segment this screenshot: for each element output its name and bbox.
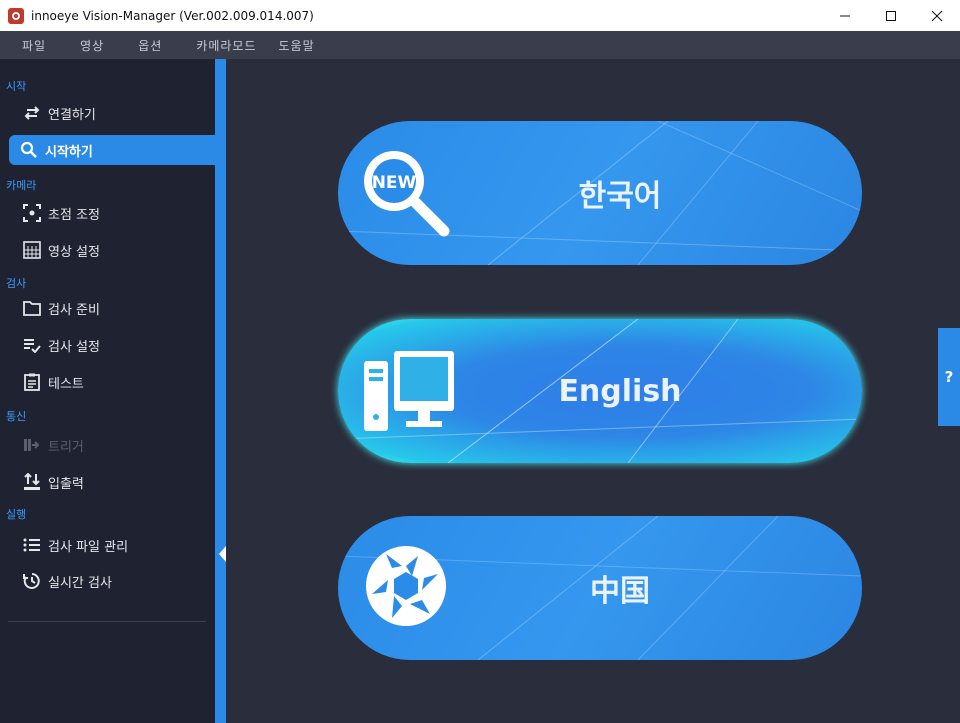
language-korean-button[interactable]: NEW 한국어 bbox=[338, 121, 862, 265]
sidebar-item-label: 테스트 bbox=[48, 376, 84, 392]
sidebar-item-label: 실시간 검사 bbox=[48, 575, 112, 591]
help-button[interactable]: ? bbox=[938, 328, 960, 426]
menu-options[interactable]: 옵션 bbox=[132, 37, 168, 54]
menu-file[interactable]: 파일 bbox=[16, 37, 52, 54]
close-button[interactable] bbox=[914, 0, 960, 31]
trigger-icon bbox=[22, 435, 42, 455]
sidebar-item-label: 영상 설정 bbox=[48, 244, 100, 260]
sidebar-item-label: 검사 설정 bbox=[48, 339, 100, 355]
app-logo-icon bbox=[8, 7, 24, 24]
sidebar-item-label: 검사 준비 bbox=[48, 302, 100, 318]
section-start: 시작 bbox=[6, 80, 27, 93]
clock-refresh-icon bbox=[22, 571, 42, 591]
collapse-left-icon bbox=[219, 546, 226, 562]
image-grid-icon bbox=[22, 240, 42, 260]
sidebar-item-inspect-settings[interactable]: 검사 설정 bbox=[22, 330, 212, 360]
sidebar-item-start[interactable]: 시작하기 bbox=[9, 135, 215, 165]
sidebar-rail bbox=[215, 59, 226, 723]
sidebar-item-label: 입출력 bbox=[48, 476, 84, 492]
minimize-icon bbox=[840, 15, 850, 16]
menu-help[interactable]: 도움말 bbox=[272, 37, 320, 54]
sidebar-item-focus[interactable]: 초점 조정 bbox=[22, 198, 212, 228]
sidebar-item-label: 검사 파일 관리 bbox=[48, 539, 129, 555]
sidebar-item-inspect-prep[interactable]: 검사 준비 bbox=[22, 293, 212, 323]
main-panel: NEW 한국어 English 中国 bbox=[226, 59, 960, 723]
list-icon bbox=[22, 535, 42, 555]
search-icon bbox=[19, 140, 39, 160]
sidebar-item-image-settings[interactable]: 영상 설정 bbox=[22, 235, 212, 265]
sidebar: 시작 연결하기 시작하기 카메라 초점 조정 영상 설정 검사 검사 준비 검사… bbox=[0, 59, 215, 723]
close-icon bbox=[931, 10, 943, 21]
window-controls bbox=[822, 0, 960, 31]
sidebar-item-test[interactable]: 테스트 bbox=[22, 367, 212, 397]
menu-bar: 파일 영상 옵션 카메라모드 도움말 bbox=[0, 31, 960, 59]
sidebar-item-file-manage[interactable]: 검사 파일 관리 bbox=[22, 530, 212, 560]
menu-camera-mode[interactable]: 카메라모드 bbox=[190, 37, 262, 54]
clipboard-icon bbox=[22, 372, 42, 392]
language-english-label: English bbox=[558, 373, 682, 409]
section-inspect: 검사 bbox=[6, 277, 27, 290]
maximize-icon bbox=[886, 10, 896, 21]
folder-icon bbox=[22, 298, 42, 318]
sidebar-item-label: 초점 조정 bbox=[48, 207, 100, 223]
title-bar: innoeye Vision-Manager (Ver.002.009.014.… bbox=[0, 0, 960, 31]
sidebar-item-connect[interactable]: 연결하기 bbox=[22, 98, 212, 128]
sidebar-divider bbox=[8, 621, 206, 622]
sidebar-item-realtime[interactable]: 실시간 검사 bbox=[22, 566, 212, 596]
section-comm: 통신 bbox=[6, 410, 27, 423]
sidebar-item-label: 연결하기 bbox=[48, 107, 96, 123]
section-camera: 카메라 bbox=[6, 179, 37, 192]
window-title: innoeye Vision-Manager (Ver.002.009.014.… bbox=[31, 8, 314, 23]
swap-arrows-icon bbox=[22, 103, 42, 123]
focus-target-icon bbox=[22, 203, 42, 223]
language-english-button[interactable]: English bbox=[338, 319, 862, 463]
section-run: 실행 bbox=[6, 508, 27, 521]
menu-image[interactable]: 영상 bbox=[74, 37, 110, 54]
sidebar-item-label: 트리거 bbox=[48, 439, 84, 455]
language-korean-label: 한국어 bbox=[578, 179, 662, 214]
language-chinese-button[interactable]: 中国 bbox=[338, 516, 862, 660]
up-down-arrows-icon bbox=[22, 472, 42, 492]
checklist-icon bbox=[22, 335, 42, 355]
sidebar-item-trigger[interactable]: 트리거 bbox=[22, 430, 212, 460]
language-chinese-label: 中国 bbox=[590, 574, 650, 609]
minimize-button[interactable] bbox=[822, 0, 868, 31]
sidebar-item-label: 시작하기 bbox=[45, 144, 93, 160]
maximize-button[interactable] bbox=[868, 0, 914, 31]
sidebar-item-io[interactable]: 입출력 bbox=[22, 467, 212, 497]
